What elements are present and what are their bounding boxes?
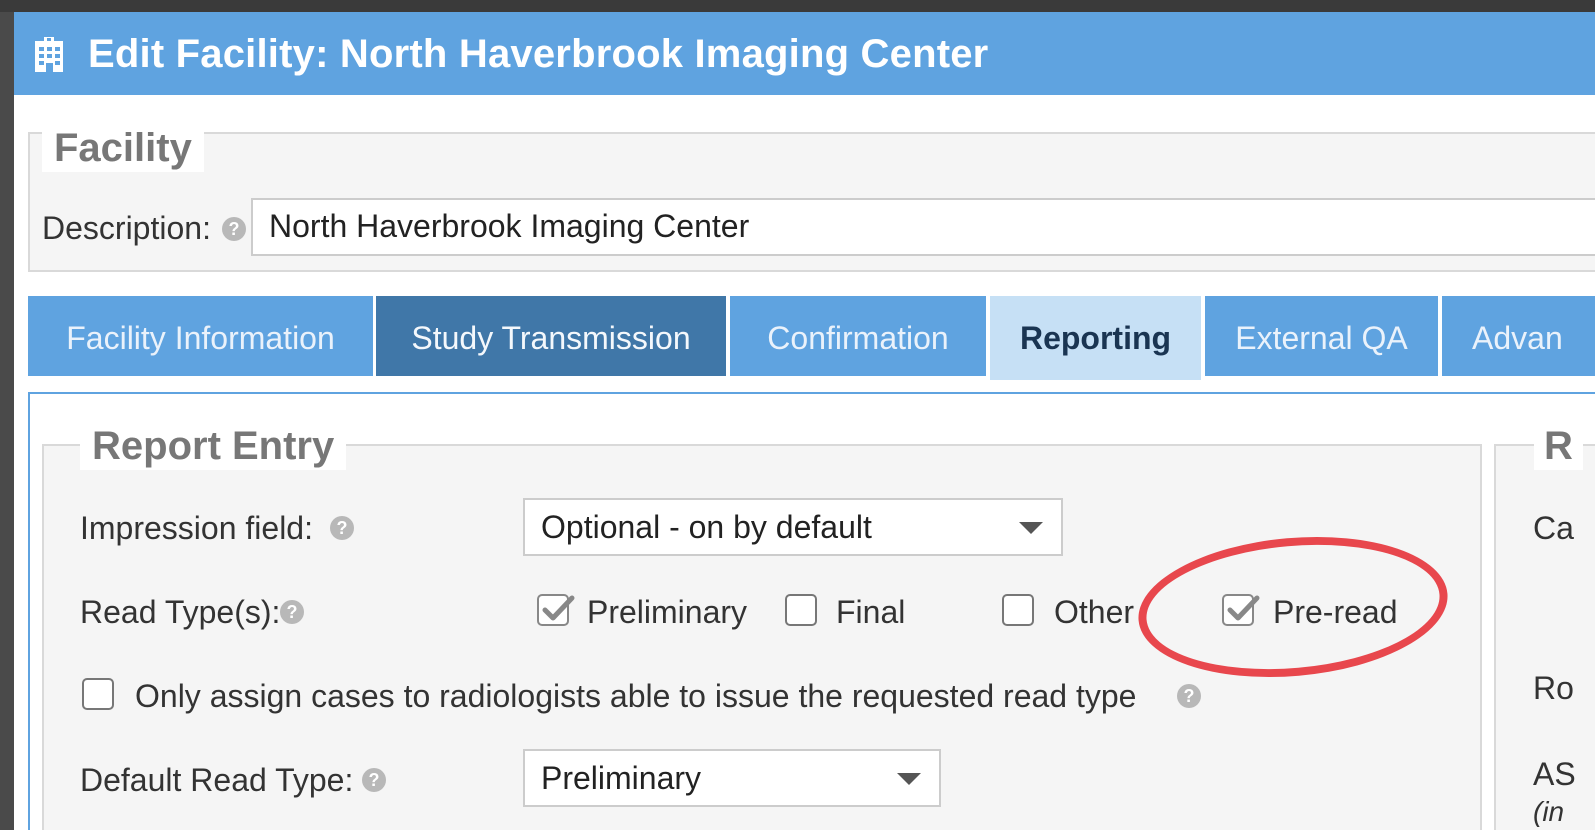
- impression-help-icon[interactable]: ?: [330, 516, 354, 540]
- tab-advanced[interactable]: Advan: [1442, 296, 1595, 376]
- right-label-1: Ca: [1533, 510, 1574, 546]
- preliminary-label[interactable]: Preliminary: [587, 592, 747, 632]
- preliminary-checkbox[interactable]: [537, 594, 575, 626]
- window-top-edge: [0, 0, 1595, 12]
- default-read-help-icon[interactable]: ?: [362, 768, 386, 792]
- impression-field-select[interactable]: Optional - on by default: [523, 498, 1063, 556]
- building-icon: [35, 37, 63, 72]
- description-input[interactable]: North Haverbrook Imaging Center: [251, 198, 1595, 256]
- right-label-2: Ro: [1533, 670, 1574, 706]
- tab-reporting[interactable]: Reporting: [990, 296, 1201, 380]
- dialog-title: Edit Facility: North Haverbrook Imaging …: [88, 32, 989, 76]
- description-help-icon[interactable]: ?: [222, 217, 246, 241]
- final-label[interactable]: Final: [836, 592, 905, 632]
- default-read-type-select[interactable]: Preliminary: [523, 749, 941, 807]
- right-label-3: AS: [1533, 756, 1576, 792]
- chevron-down-icon: [1019, 522, 1043, 534]
- background-strip: [0, 12, 14, 830]
- description-label: Description:: [42, 210, 211, 246]
- chevron-down-icon: [897, 773, 921, 785]
- default-read-type-label: Default Read Type:: [80, 762, 354, 798]
- tab-study-transmission[interactable]: Study Transmission: [376, 296, 726, 376]
- facility-legend: Facility: [42, 124, 204, 172]
- other-label[interactable]: Other: [1054, 592, 1134, 632]
- report-entry-legend: Report Entry: [80, 422, 347, 470]
- read-types-help-icon[interactable]: ?: [280, 600, 304, 624]
- edit-facility-dialog: Edit Facility: North Haverbrook Imaging …: [14, 12, 1595, 830]
- right-label-4: (in: [1533, 796, 1565, 827]
- checkmark-icon: [542, 595, 575, 621]
- only-assign-label[interactable]: Only assign cases to radiologists able t…: [135, 676, 1136, 716]
- dialog-titlebar[interactable]: Edit Facility: North Haverbrook Imaging …: [14, 12, 1595, 95]
- other-checkbox[interactable]: [1002, 594, 1034, 626]
- facility-tabs: Facility Information Study Transmission …: [28, 296, 1595, 380]
- impression-field-value: Optional - on by default: [541, 509, 872, 545]
- tab-external-qa[interactable]: External QA: [1205, 296, 1438, 376]
- final-checkbox[interactable]: [785, 594, 817, 626]
- only-assign-checkbox[interactable]: [82, 678, 114, 710]
- tab-facility-information[interactable]: Facility Information: [28, 296, 373, 376]
- only-assign-help-icon[interactable]: ?: [1177, 684, 1201, 708]
- read-types-label: Read Type(s):: [80, 594, 281, 630]
- right-fieldset-legend: R: [1534, 422, 1583, 470]
- impression-field-label: Impression field:: [80, 510, 313, 546]
- default-read-type-value: Preliminary: [541, 760, 702, 796]
- tab-confirmation[interactable]: Confirmation: [730, 296, 986, 376]
